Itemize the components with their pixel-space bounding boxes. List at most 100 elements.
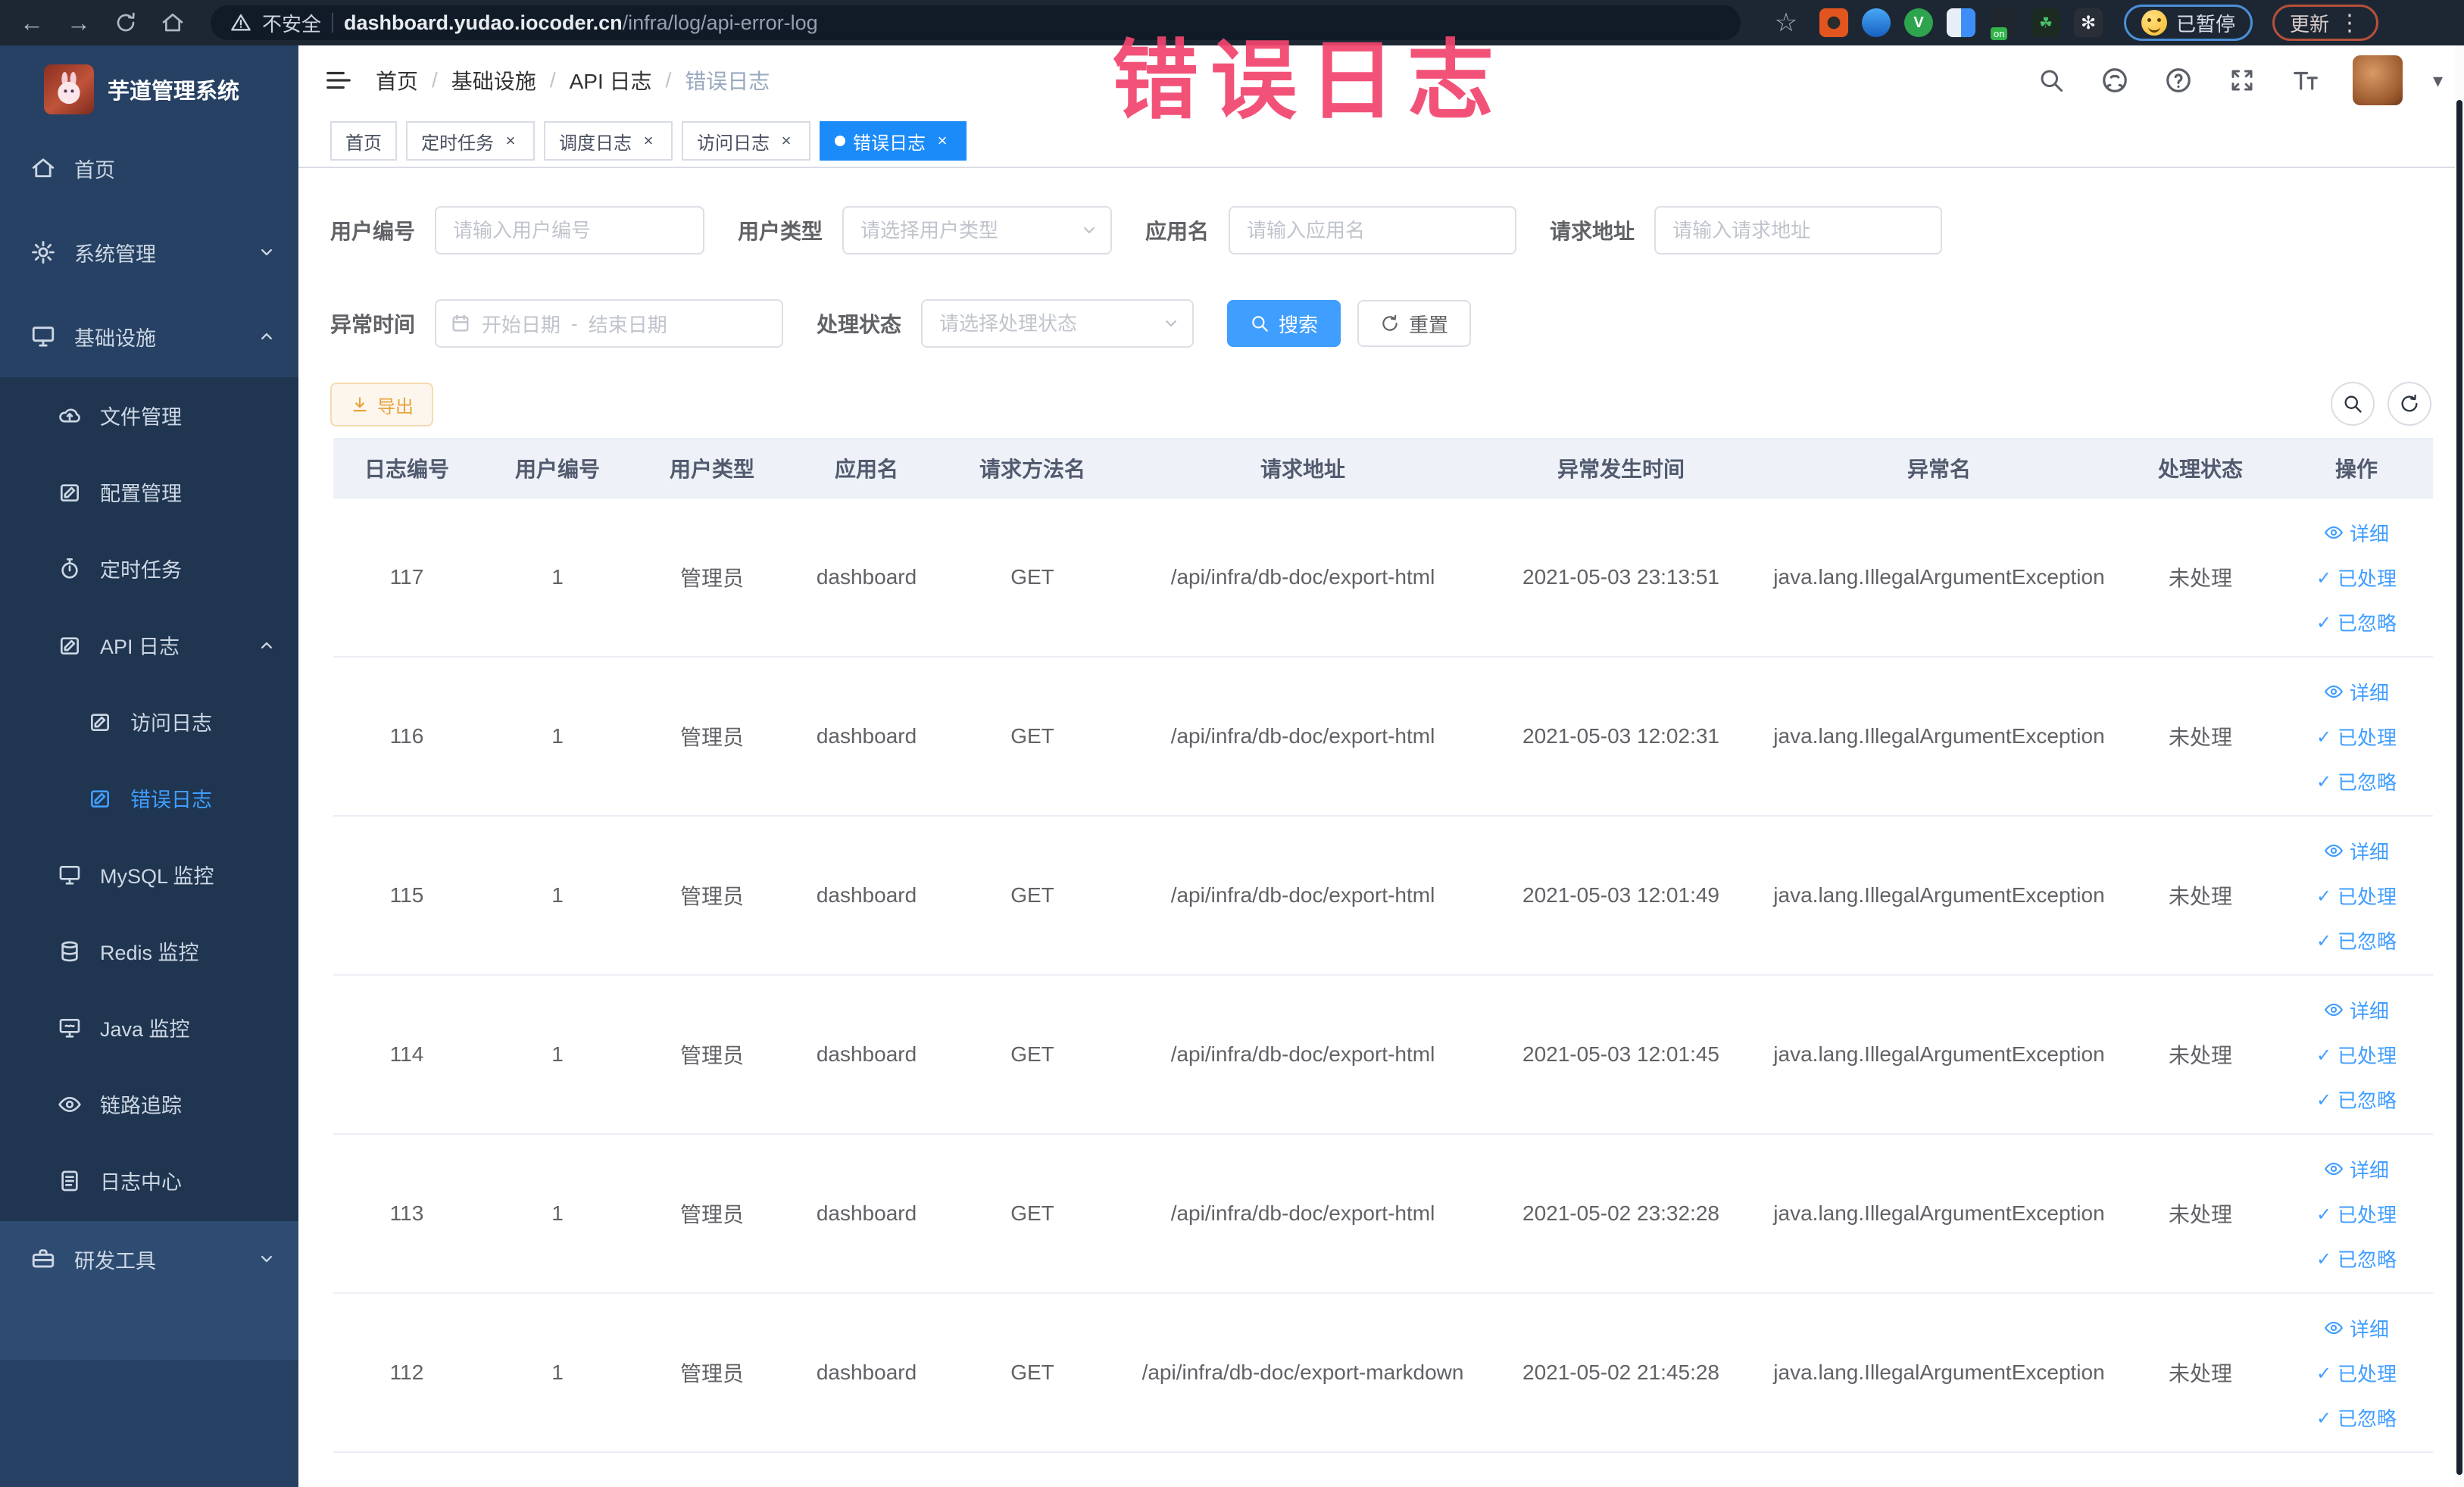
user-avatar[interactable]: [2352, 55, 2403, 105]
browser-back-icon[interactable]: [12, 5, 52, 40]
mark-processed-link[interactable]: 已处理: [2316, 723, 2397, 751]
sidebar-item-home[interactable]: 首页: [0, 130, 298, 206]
sidebar-item-devtools[interactable]: 研发工具: [0, 1221, 298, 1297]
browser-menu-icon[interactable]: [2338, 10, 2361, 36]
extension-icon[interactable]: [1862, 8, 1891, 37]
header-search-icon[interactable]: [2035, 64, 2068, 97]
sidebar-item-system[interactable]: 系统管理: [0, 214, 298, 290]
close-icon[interactable]: [501, 132, 520, 150]
search-button[interactable]: 搜索: [1227, 300, 1341, 347]
hamburger-icon[interactable]: [324, 66, 353, 95]
cell-exception-time: 2021-05-03 12:01:45: [1485, 975, 1757, 1135]
close-icon[interactable]: [639, 132, 657, 150]
processed-label: 已处理: [2338, 1044, 2397, 1067]
mark-processed-link[interactable]: 已处理: [2316, 882, 2397, 910]
sidebar-item-redis-monitor[interactable]: Redis 监控: [0, 913, 298, 989]
fullscreen-icon[interactable]: [2225, 64, 2259, 97]
chrome-update-button[interactable]: 更新: [2272, 5, 2379, 41]
col-log-id: 日志编号: [333, 438, 480, 498]
github-icon[interactable]: [2098, 64, 2131, 97]
sidebar-item-label: 研发工具: [74, 1249, 156, 1273]
cell-user-type: 管理员: [635, 975, 789, 1135]
extension-icon[interactable]: V: [1904, 8, 1933, 37]
user-type-label: 用户类型: [738, 220, 823, 243]
toggle-search-button[interactable]: [2331, 382, 2375, 426]
profile-paused-badge[interactable]: 已暂停: [2124, 5, 2253, 41]
mark-ignored-link[interactable]: 已忽略: [2316, 926, 2397, 954]
date-range-picker[interactable]: 开始日期 - 结束日期: [435, 299, 784, 348]
avatar-caret-down-icon[interactable]: [2433, 69, 2443, 92]
reset-button[interactable]: 重置: [1357, 300, 1472, 347]
mark-ignored-link[interactable]: 已忽略: [2316, 1404, 2397, 1432]
refresh-table-button[interactable]: [2387, 382, 2431, 426]
scrollbar-thumb[interactable]: [2456, 100, 2462, 1475]
sidebar-item-trace[interactable]: 链路追踪: [0, 1066, 298, 1142]
user-id-input[interactable]: [435, 206, 705, 255]
tab-schedule-log[interactable]: 调度日志: [544, 121, 673, 161]
extension-icon[interactable]: on: [1989, 8, 2018, 40]
col-exception-time: 异常发生时间: [1485, 438, 1757, 498]
breadcrumb-infrastructure[interactable]: 基础设施: [451, 65, 536, 95]
cell-log-id: 113: [333, 1134, 480, 1294]
sidebar-item-api-log[interactable]: API 日志: [0, 607, 298, 683]
tab-error-log[interactable]: 错误日志: [820, 121, 967, 161]
cell-process-status: 未处理: [2121, 816, 2280, 976]
close-icon[interactable]: [777, 132, 795, 150]
tab-home[interactable]: 首页: [330, 121, 397, 161]
table-row: 112 1 管理员 dashboard GET /api/infra/db-do…: [333, 1293, 2433, 1453]
sidebar-item-file-management[interactable]: 文件管理: [0, 377, 298, 454]
sidebar-item-scheduled-jobs[interactable]: 定时任务: [0, 530, 298, 607]
mark-ignored-link[interactable]: 已忽略: [2316, 767, 2397, 795]
sidebar-item-config-management[interactable]: 配置管理: [0, 454, 298, 530]
close-icon[interactable]: [933, 132, 951, 150]
mark-processed-link[interactable]: 已处理: [2316, 564, 2397, 592]
request-url-input[interactable]: [1654, 206, 1943, 255]
tab-access-log[interactable]: 访问日志: [682, 121, 810, 161]
cell-log-id: 116: [333, 657, 480, 817]
mark-ignored-link[interactable]: 已忽略: [2316, 1245, 2397, 1273]
detail-link[interactable]: 详细: [2324, 1314, 2389, 1342]
page-scrollbar[interactable]: [2455, 45, 2464, 1487]
mark-ignored-link[interactable]: 已忽略: [2316, 1086, 2397, 1114]
sidebar-item-java-monitor[interactable]: Java 监控: [0, 989, 298, 1066]
detail-link[interactable]: 详细: [2324, 519, 2389, 547]
sidebar-item-infrastructure[interactable]: 基础设施: [0, 298, 298, 374]
breadcrumb-api-log[interactable]: API 日志: [570, 65, 652, 95]
export-button[interactable]: 导出: [330, 383, 433, 426]
mark-processed-link[interactable]: 已处理: [2316, 1359, 2397, 1387]
sidebar-item-mysql-monitor[interactable]: MySQL 监控: [0, 836, 298, 913]
breadcrumb-home[interactable]: 首页: [376, 65, 418, 95]
app-name-input[interactable]: [1229, 206, 1517, 255]
extension-icon[interactable]: ☘: [2031, 8, 2060, 37]
mark-processed-link[interactable]: 已处理: [2316, 1041, 2397, 1069]
process-status-select[interactable]: [921, 299, 1195, 348]
extension-icon[interactable]: [1819, 8, 1848, 37]
bookmark-star-icon[interactable]: ☆: [1766, 5, 1806, 40]
help-icon[interactable]: [2162, 64, 2195, 97]
sidebar-item-access-log[interactable]: 访问日志: [0, 683, 298, 760]
browser-home-icon[interactable]: [153, 5, 192, 40]
address-bar[interactable]: 不安全 dashboard.yudao.iocoder.cn/infra/log…: [211, 5, 1741, 40]
sidebar-item-error-log[interactable]: 错误日志: [0, 760, 298, 836]
font-size-icon[interactable]: [2289, 64, 2322, 97]
extension-icon[interactable]: [1947, 8, 1975, 37]
mark-processed-link[interactable]: 已处理: [2316, 1200, 2397, 1228]
browser-forward-icon[interactable]: [59, 5, 98, 40]
browser-reload-icon[interactable]: [106, 5, 145, 40]
user-type-select[interactable]: [842, 206, 1113, 255]
cell-user-type: 管理员: [635, 1293, 789, 1453]
monitor-icon: [58, 863, 82, 887]
extension-icon[interactable]: ✻: [2074, 8, 2103, 37]
mark-ignored-link[interactable]: 已忽略: [2316, 608, 2397, 636]
filter-process-status: 处理状态: [817, 299, 1195, 348]
detail-link[interactable]: 详细: [2324, 678, 2389, 706]
cloud-upload-icon: [58, 404, 82, 428]
detail-link[interactable]: 详细: [2324, 1155, 2389, 1183]
sidebar-item-log-center[interactable]: 日志中心: [0, 1142, 298, 1219]
detail-link[interactable]: 详细: [2324, 837, 2389, 865]
tab-scheduled-jobs[interactable]: 定时任务: [406, 121, 535, 161]
eye-icon: [2324, 1159, 2344, 1179]
detail-link[interactable]: 详细: [2324, 996, 2389, 1024]
app-logo-row[interactable]: 芋道管理系统: [0, 45, 298, 121]
filter-row-2: 异常时间 开始日期 - 结束日期 处理状态 搜索 重置: [330, 299, 1472, 348]
